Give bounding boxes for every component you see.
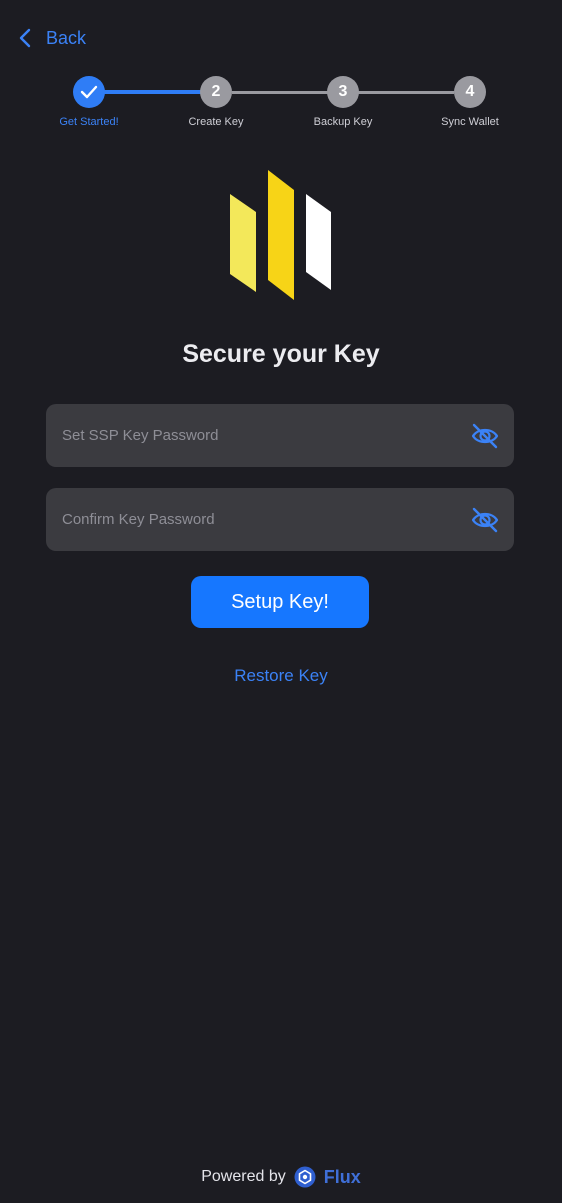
step-4-circle: 4	[454, 76, 486, 108]
step-connector-1	[104, 90, 204, 94]
step-3-circle: 3	[327, 76, 359, 108]
step-4-label: Sync Wallet	[441, 116, 499, 128]
step-connector-3	[358, 91, 454, 94]
flux-logo-icon	[294, 1166, 316, 1188]
eye-off-icon[interactable]	[470, 421, 500, 451]
step-connector-2	[232, 91, 328, 94]
ssp-logo	[230, 170, 331, 300]
flux-brand-name: Flux	[323, 1166, 361, 1187]
logo-bar-left	[230, 194, 256, 292]
password-field	[46, 404, 514, 467]
password-input[interactable]	[46, 404, 470, 467]
back-button[interactable]: Back	[18, 24, 86, 52]
screen: Back 2 3 4 Get Started! Create Key Backu…	[0, 0, 562, 1203]
page-title: Secure your Key	[182, 340, 380, 368]
confirm-password-field	[46, 488, 514, 551]
step-1-circle	[73, 76, 105, 108]
step-2-label: Create Key	[188, 116, 244, 128]
check-icon	[80, 85, 98, 99]
restore-key-link[interactable]: Restore Key	[0, 666, 562, 686]
eye-off-icon[interactable]	[470, 505, 500, 535]
step-2-circle: 2	[200, 76, 232, 108]
confirm-password-input[interactable]	[46, 488, 470, 551]
progress-stepper: 2 3 4 Get Started! Create Key Backup Key…	[0, 76, 562, 136]
chevron-left-icon	[19, 28, 31, 48]
logo-bar-middle	[268, 170, 294, 300]
back-label: Back	[46, 27, 87, 48]
step-1-label: Get Started!	[59, 116, 119, 128]
step-3-label: Backup Key	[313, 116, 373, 128]
logo-bar-right	[306, 194, 331, 290]
powered-by-text: Powered by	[201, 1168, 286, 1185]
setup-key-button[interactable]: Setup Key!	[191, 576, 369, 628]
footer: Powered by Flux	[0, 1166, 562, 1188]
